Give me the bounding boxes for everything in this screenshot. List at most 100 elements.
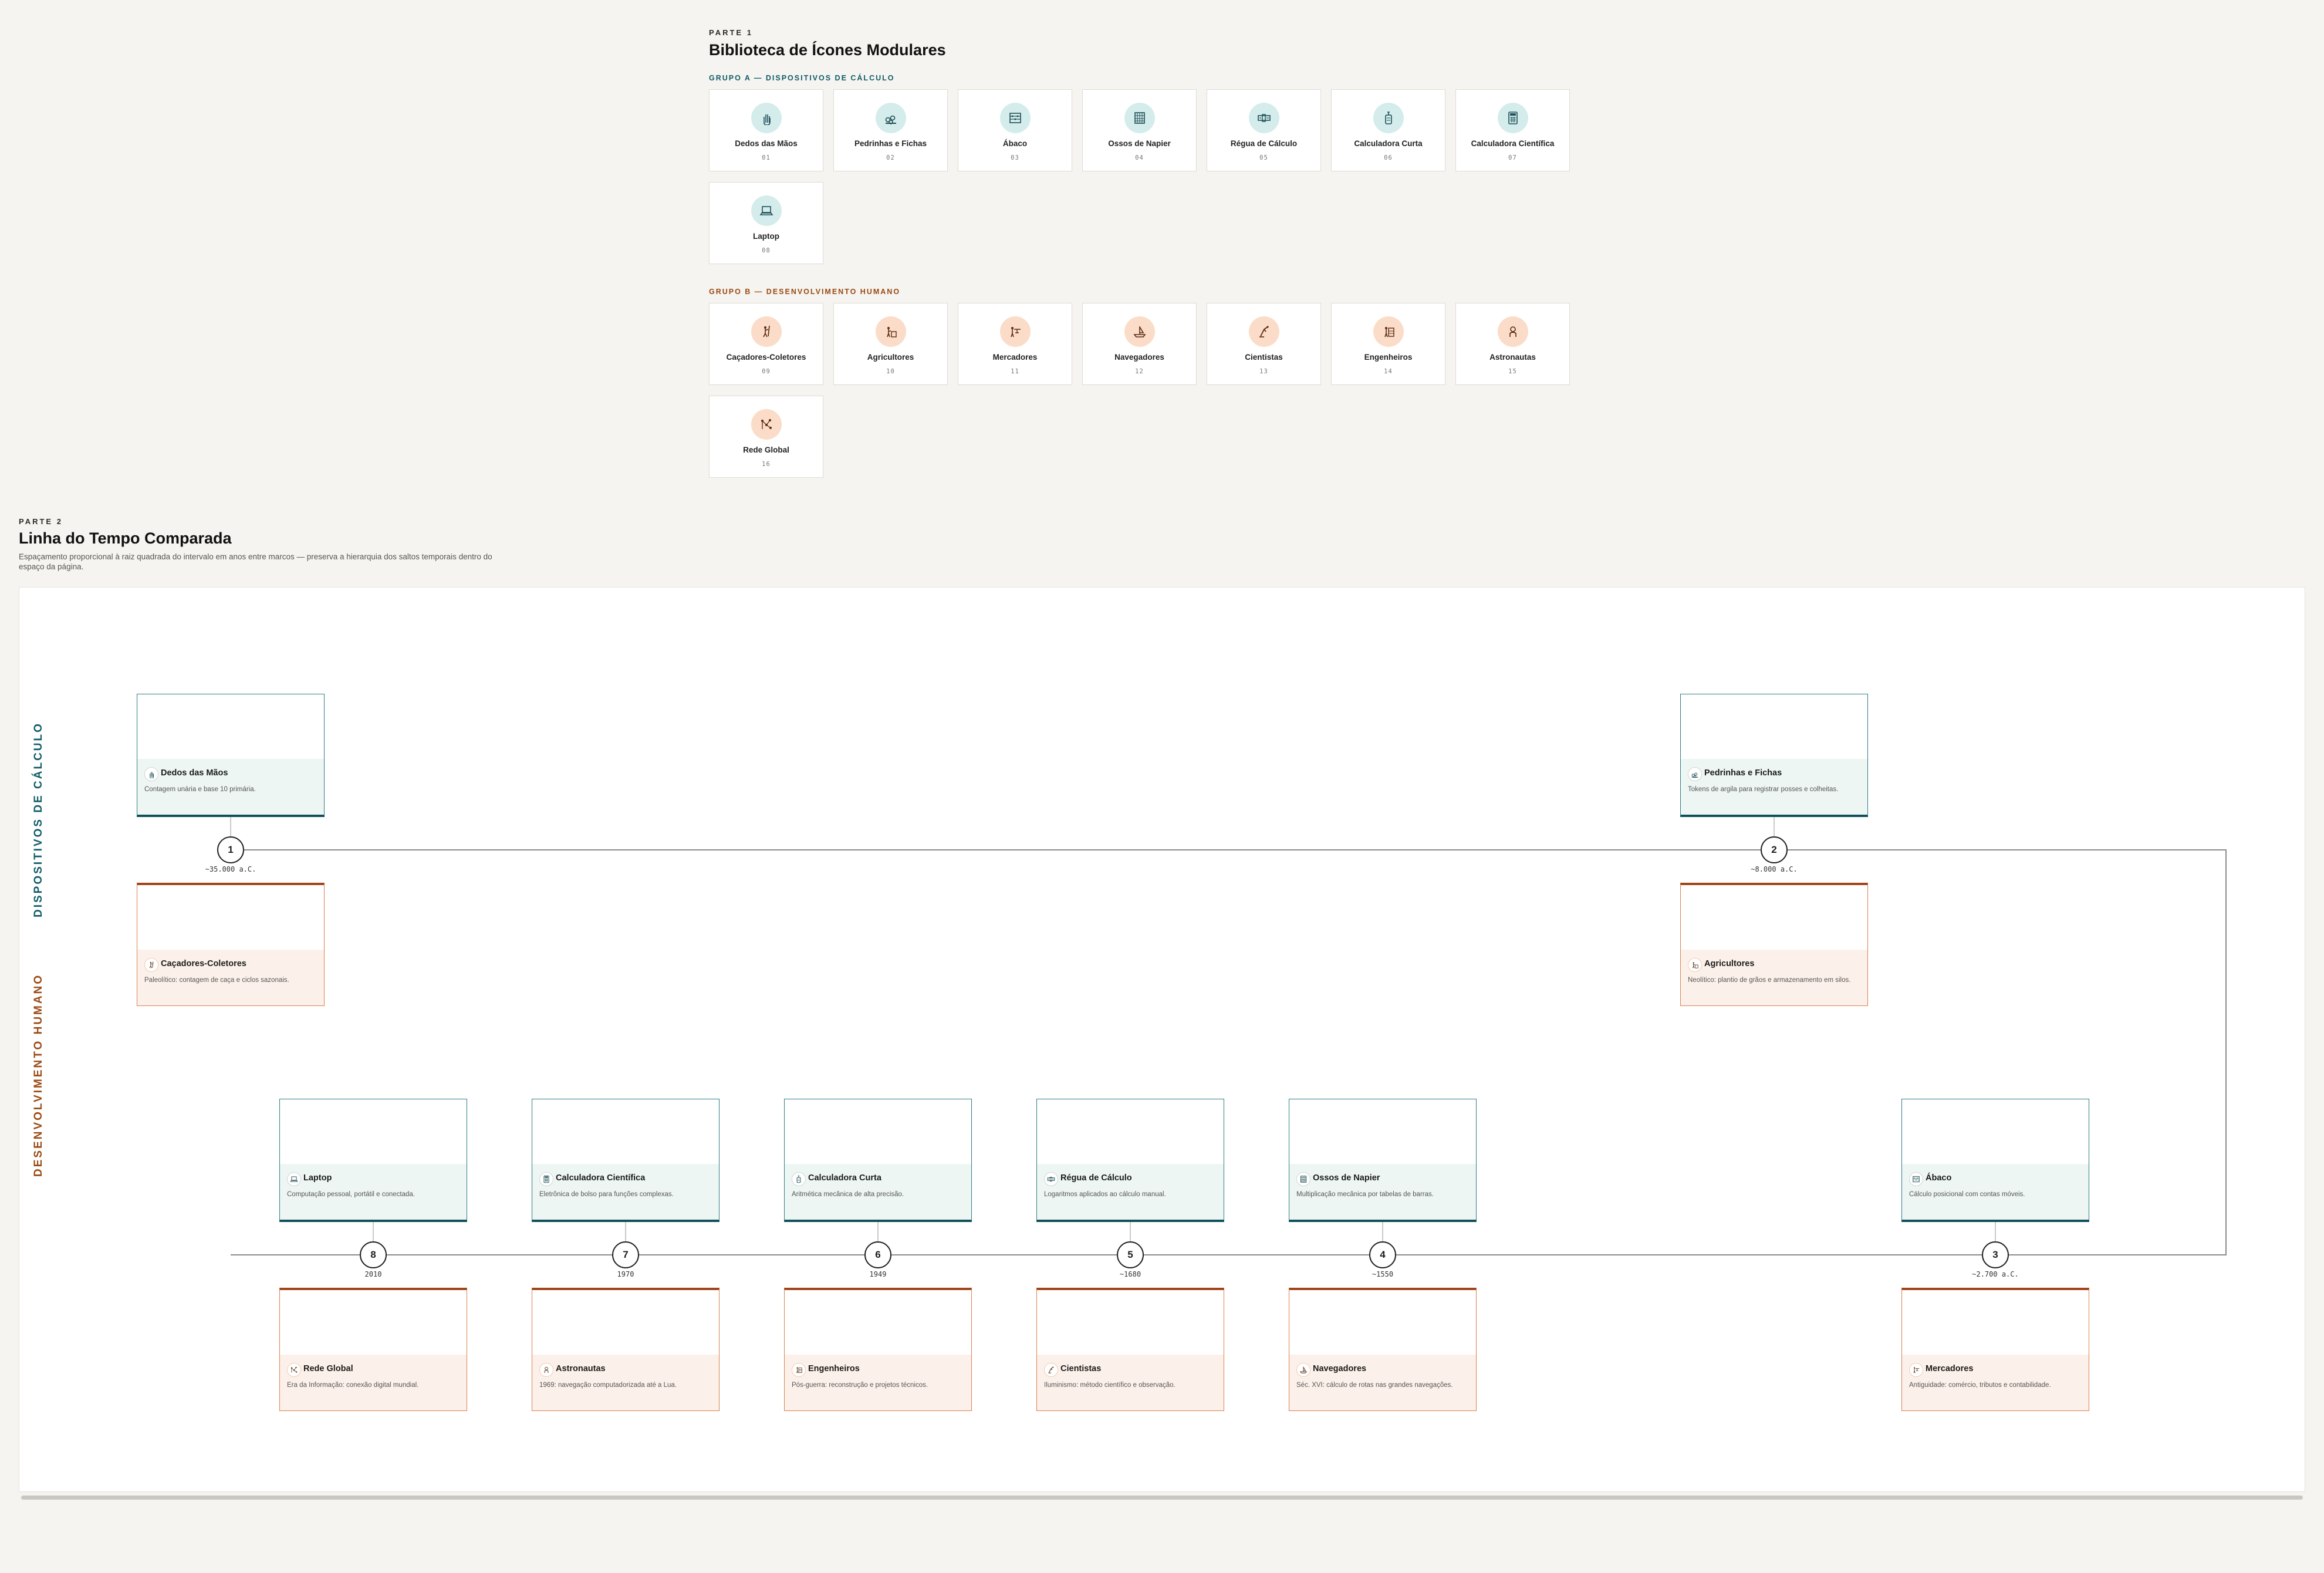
icon-tile-name: Laptop: [753, 232, 779, 241]
human-card-title: Cientistas: [1060, 1364, 1102, 1373]
milestone-marker[interactable]: 8: [360, 1241, 387, 1268]
milestone-date: ~8.000 a.C.: [1751, 865, 1798, 873]
human-card-body: Astronautas 1969: navegação computadoriza…: [532, 1355, 719, 1410]
merchant-icon: [1909, 1363, 1923, 1377]
human-card-body: Cientistas Iluminismo: método científico …: [1037, 1355, 1224, 1410]
icon-tile[interactable]: Rede Global 16: [709, 396, 823, 478]
milestone-marker[interactable]: 7: [612, 1241, 639, 1268]
icon-tile[interactable]: Agricultores 10: [833, 303, 948, 385]
device-card-body: Laptop Computação pessoal, portátil e con…: [280, 1164, 467, 1220]
human-card-desc: Neolítico: plantio de grãos e armazename…: [1688, 977, 1851, 984]
device-card-title: Ábaco: [1926, 1173, 1952, 1183]
icon-tile[interactable]: Calculadora Curta 06: [1331, 89, 1445, 171]
icon-tile[interactable]: Laptop 08: [709, 182, 823, 264]
icon-tile-name: Caçadores-Coletores: [726, 353, 806, 362]
icon-tile[interactable]: Dedos das Mãos 01: [709, 89, 823, 171]
device-card-title: Ossos de Napier: [1313, 1173, 1380, 1183]
icon-tile[interactable]: Pedrinhas e Fichas 02: [833, 89, 948, 171]
navigator-icon: [1296, 1363, 1310, 1377]
astronaut-icon: [1498, 316, 1528, 347]
human-card[interactable]: Mercadores Antiguidade: comércio, tributo…: [1901, 1288, 2089, 1411]
human-card[interactable]: Engenheiros Pós-guerra: reconstrução e pr…: [784, 1288, 972, 1411]
icon-tile-name: Mercadores: [992, 353, 1038, 362]
icon-tile[interactable]: Calculadora Científica 07: [1455, 89, 1570, 171]
device-card[interactable]: Calculadora Curta Aritmética mecânica de …: [784, 1099, 972, 1222]
icon-tile-name: Ossos de Napier: [1108, 139, 1171, 148]
icon-tile-number: 11: [1011, 368, 1019, 375]
device-card[interactable]: Calculadora Científica Eletrônica de bols…: [532, 1099, 720, 1222]
device-card-body: Pedrinhas e Fichas Tokens de argila para …: [1681, 759, 1867, 815]
lane-label-devices: DISPOSITIVOS DE CÁLCULO: [32, 722, 45, 917]
human-card-desc: Iluminismo: método científico e observaç…: [1044, 1382, 1175, 1389]
slide-rule-icon: [1249, 103, 1279, 133]
icon-tile-number: 04: [1135, 154, 1144, 161]
icon-tile-name: Pedrinhas e Fichas: [854, 139, 927, 148]
human-card[interactable]: Caçadores-Coletores Paleolítico: contagem…: [137, 883, 325, 1006]
device-card-desc: Logaritmos aplicados ao cálculo manual.: [1044, 1191, 1166, 1198]
human-card-title: Mercadores: [1926, 1364, 1974, 1373]
milestone-marker[interactable]: 3: [1982, 1241, 2009, 1268]
astronaut-icon: [539, 1363, 553, 1377]
icon-tile-number: 03: [1011, 154, 1019, 161]
icon-tile[interactable]: Ossos de Napier 04: [1082, 89, 1197, 171]
icon-tile[interactable]: Caçadores-Coletores 09: [709, 303, 823, 385]
icon-tile-name: Calculadora Curta: [1354, 139, 1423, 148]
device-card-desc: Tokens de argila para registrar posses e…: [1688, 786, 1839, 793]
device-card[interactable]: Ossos de Napier Multiplicação mecânica po…: [1289, 1099, 1477, 1222]
icon-tile-number: 06: [1384, 154, 1393, 161]
icon-tile[interactable]: Ábaco 03: [958, 89, 1072, 171]
hunter-icon: [751, 316, 782, 347]
icon-tile-name: Calculadora Científica: [1471, 139, 1555, 148]
milestone-date: ~1680: [1119, 1270, 1141, 1278]
scientific-calculator-icon: [539, 1172, 553, 1186]
icon-tile[interactable]: Engenheiros 14: [1331, 303, 1445, 385]
icon-tile-number: 09: [762, 368, 771, 375]
milestone-date: 2010: [364, 1270, 382, 1278]
icon-tile-name: Dedos das Mãos: [735, 139, 798, 148]
device-card[interactable]: Régua de Cálculo Logaritmos aplicados ao …: [1036, 1099, 1224, 1222]
icon-tile[interactable]: Astronautas 15: [1455, 303, 1570, 385]
subtitle-line-2: espaço da página.: [19, 562, 84, 571]
device-card[interactable]: Ábaco Cálculo posicional com contas móvei…: [1901, 1099, 2089, 1222]
milestone-marker[interactable]: 5: [1117, 1241, 1144, 1268]
device-card-title: Calculadora Científica: [556, 1173, 646, 1183]
device-card[interactable]: Laptop Computação pessoal, portátil e con…: [279, 1099, 467, 1222]
milestone-date: ~1550: [1372, 1270, 1394, 1278]
farmer-icon: [1688, 958, 1702, 972]
human-card-title: Navegadores: [1313, 1364, 1367, 1373]
device-card-body: Calculadora Científica Eletrônica de bols…: [532, 1164, 719, 1220]
icon-tile-number: 12: [1135, 368, 1144, 375]
device-card[interactable]: Pedrinhas e Fichas Tokens de argila para …: [1680, 694, 1868, 817]
device-card-desc: Aritmética mecânica de alta precisão.: [792, 1191, 904, 1198]
napier-bones-icon: [1124, 103, 1155, 133]
device-card-desc: Cálculo posicional com contas móveis.: [1909, 1191, 2025, 1198]
milestone-marker[interactable]: 6: [864, 1241, 891, 1268]
device-card-desc: Computação pessoal, portátil e conectada…: [287, 1191, 415, 1198]
milestone-marker[interactable]: 1: [217, 836, 244, 863]
abacus-icon: [1000, 103, 1031, 133]
human-card[interactable]: Agricultores Neolítico: plantio de grãos …: [1680, 883, 1868, 1006]
human-card-desc: Séc. XVI: cálculo de rotas nas grandes n…: [1296, 1382, 1453, 1389]
human-card[interactable]: Astronautas 1969: navegação computadoriza…: [532, 1288, 720, 1411]
icon-tile[interactable]: Navegadores 12: [1082, 303, 1197, 385]
scientist-icon: [1249, 316, 1279, 347]
abacus-icon: [1909, 1172, 1923, 1186]
milestone-date: ~2.700 a.C.: [1972, 1270, 2019, 1278]
human-card-title: Agricultores: [1704, 959, 1755, 968]
device-card[interactable]: Dedos das Mãos Contagem unária e base 10 …: [137, 694, 325, 817]
milestone-marker[interactable]: 2: [1761, 836, 1788, 863]
icon-tile-name: Ábaco: [1002, 139, 1028, 148]
human-card[interactable]: Cientistas Iluminismo: método científico …: [1036, 1288, 1224, 1411]
device-card-title: Régua de Cálculo: [1060, 1173, 1132, 1183]
icon-tile[interactable]: Cientistas 13: [1207, 303, 1321, 385]
human-card[interactable]: Rede Global Era da Informação: conexão di…: [279, 1288, 467, 1411]
horizontal-scrollbar[interactable]: [21, 1496, 2303, 1500]
milestone-marker[interactable]: 4: [1369, 1241, 1396, 1268]
icon-tile-name: Navegadores: [1114, 353, 1164, 362]
icon-tile-number: 05: [1259, 154, 1268, 161]
icon-tile-name: Cientistas: [1245, 353, 1283, 362]
icon-tile-name: Rede Global: [743, 445, 789, 454]
human-card[interactable]: Navegadores Séc. XVI: cálculo de rotas na…: [1289, 1288, 1477, 1411]
icon-tile[interactable]: Régua de Cálculo 05: [1207, 89, 1321, 171]
icon-tile[interactable]: Mercadores 11: [958, 303, 1072, 385]
